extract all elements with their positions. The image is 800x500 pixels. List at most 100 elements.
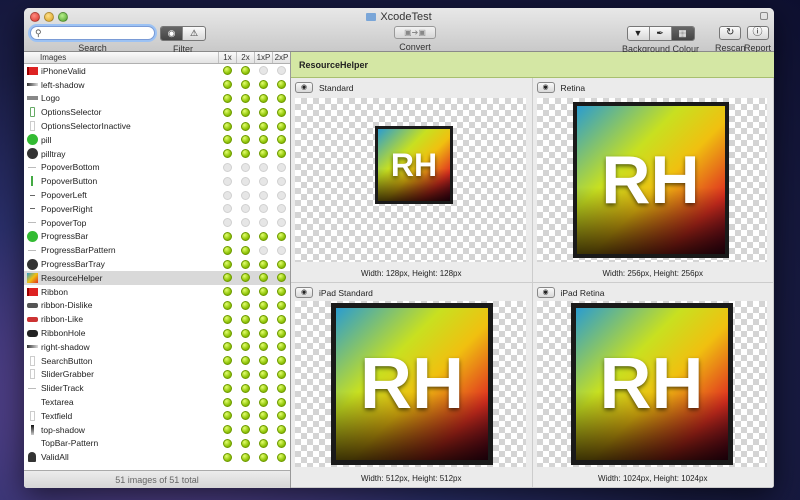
- status-indicator: [218, 162, 236, 172]
- fullscreen-icon[interactable]: [760, 12, 768, 20]
- green-circle-icon: [26, 134, 38, 146]
- status-indicator: [218, 411, 236, 421]
- convert-button[interactable]: ▣➔▣: [394, 26, 436, 39]
- valid-dot-icon: [258, 314, 268, 324]
- list-item[interactable]: ribbon-Like: [24, 312, 290, 326]
- list-item[interactable]: PopoverLeft: [24, 188, 290, 202]
- image-name: ResourceHelper: [41, 272, 103, 283]
- status-indicator: [236, 190, 254, 200]
- missing-dot-icon: [240, 176, 250, 186]
- status-indicator: [272, 121, 290, 131]
- valid-dot-icon: [276, 273, 286, 283]
- status-indicator: [254, 397, 272, 407]
- valid-dot-icon: [222, 287, 232, 297]
- column-1xp[interactable]: 1xP: [254, 52, 272, 63]
- rescan-button[interactable]: ↻: [719, 26, 742, 40]
- list-item[interactable]: PopoverBottom: [24, 161, 290, 175]
- list-item[interactable]: OptionsSelectorInactive: [24, 119, 290, 133]
- background-dark-button[interactable]: ▼: [628, 27, 650, 40]
- dash-icon: [29, 208, 35, 210]
- column-images[interactable]: Images: [24, 52, 218, 63]
- image-thumbnail-icon: [26, 328, 38, 338]
- missing-dot-icon: [276, 218, 286, 228]
- status-indicator: [218, 452, 236, 462]
- valid-dot-icon: [258, 259, 268, 269]
- column-2x[interactable]: 2x: [236, 52, 254, 63]
- column-1x[interactable]: 1x: [218, 52, 236, 63]
- image-thumbnail-icon: [26, 369, 38, 380]
- image-thumbnail-icon: [26, 218, 38, 228]
- list-item[interactable]: Textarea: [24, 395, 290, 409]
- list-item[interactable]: PopoverButton: [24, 174, 290, 188]
- filter-valid-button[interactable]: ◉: [161, 27, 183, 40]
- list-item[interactable]: OptionsSelector: [24, 105, 290, 119]
- valid-dot-icon: [222, 149, 232, 159]
- status-indicator: [218, 231, 236, 241]
- list-item[interactable]: PopoverTop: [24, 216, 290, 230]
- valid-dot-icon: [222, 300, 232, 310]
- list-item[interactable]: Textfield: [24, 409, 290, 423]
- image-list[interactable]: iPhoneValid left-shadow Logo OptionsSelecto…: [24, 64, 290, 470]
- checkerboard-button[interactable]: ▦: [671, 27, 694, 40]
- list-item[interactable]: SearchButton: [24, 354, 290, 368]
- list-item[interactable]: pill: [24, 133, 290, 147]
- logo-text-icon: [26, 96, 38, 101]
- status-indicator: [272, 314, 290, 324]
- valid-dot-icon: [240, 231, 250, 241]
- eye-icon[interactable]: ◉: [295, 287, 313, 298]
- eye-icon[interactable]: ◉: [536, 287, 555, 298]
- list-item[interactable]: TopBar-Pattern: [24, 437, 290, 451]
- list-item[interactable]: ProgressBarTray: [24, 257, 290, 271]
- image-thumbnail-icon: [26, 148, 38, 160]
- search-input[interactable]: ⚲: [30, 26, 155, 40]
- filter-warning-button[interactable]: ⚠: [183, 27, 205, 40]
- valid-dot-icon: [258, 135, 268, 145]
- valid-dot-icon: [258, 107, 268, 117]
- eye-icon[interactable]: ◉: [295, 82, 313, 93]
- dark-circle-icon: [26, 148, 38, 160]
- image-thumbnail-icon: [26, 258, 38, 270]
- checkerboard-background: RH: [295, 301, 526, 467]
- list-item[interactable]: RibbonHole: [24, 326, 290, 340]
- missing-dot-icon: [258, 245, 268, 255]
- image-name: OptionsSelectorInactive: [41, 121, 131, 132]
- image-name: iPhoneValid: [41, 65, 86, 76]
- list-item[interactable]: left-shadow: [24, 78, 290, 92]
- status-indicator: [218, 218, 236, 228]
- valid-dot-icon: [258, 80, 268, 90]
- valid-dot-icon: [222, 452, 232, 462]
- pane-ipad-standard: ◉ iPad Standard RH Width: 512px, Height:…: [291, 283, 533, 488]
- list-item[interactable]: SliderGrabber: [24, 368, 290, 382]
- list-item[interactable]: ProgressBar: [24, 230, 290, 244]
- eyedropper-icon[interactable]: ✒: [650, 27, 672, 40]
- list-item[interactable]: Ribbon: [24, 285, 290, 299]
- missing-dot-icon: [276, 176, 286, 186]
- valid-dot-icon: [240, 452, 250, 462]
- thin-rect-icon: [29, 410, 35, 421]
- list-item[interactable]: right-shadow: [24, 340, 290, 354]
- valid-dot-icon: [258, 452, 268, 462]
- green-line-icon: [31, 176, 33, 187]
- list-item[interactable]: ProgressBarPattern: [24, 243, 290, 257]
- list-item[interactable]: top-shadow: [24, 423, 290, 437]
- image-name: left-shadow: [41, 79, 85, 90]
- valid-dot-icon: [240, 149, 250, 159]
- column-2xp[interactable]: 2xP: [272, 52, 290, 63]
- image-name: SliderGrabber: [41, 369, 94, 380]
- status-indicator: [254, 383, 272, 393]
- list-item[interactable]: Logo: [24, 92, 290, 106]
- eye-icon[interactable]: ◉: [536, 82, 555, 93]
- resourcehelper-preview-image: RH: [570, 303, 733, 465]
- valid-dot-icon: [222, 121, 232, 131]
- list-item[interactable]: ResourceHelper: [24, 270, 290, 285]
- list-item[interactable]: ValidAll: [24, 450, 290, 464]
- list-item[interactable]: PopoverRight: [24, 202, 290, 216]
- status-indicator: [236, 356, 254, 366]
- list-item[interactable]: ribbon-Dislike: [24, 299, 290, 313]
- status-indicator: [236, 121, 254, 131]
- list-item[interactable]: iPhoneValid: [24, 64, 290, 78]
- report-button[interactable]: ⓘ: [746, 26, 769, 40]
- list-item[interactable]: pilltray: [24, 147, 290, 161]
- list-item[interactable]: SliderTrack: [24, 381, 290, 395]
- valid-dot-icon: [258, 438, 268, 448]
